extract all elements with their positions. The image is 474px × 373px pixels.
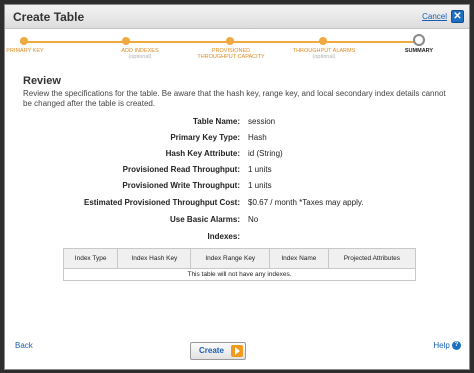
field-basic-alarms: Use Basic Alarms: No xyxy=(5,215,469,231)
dialog-titlebar: Create Table Cancel ✕ xyxy=(5,5,469,29)
wizard-step-dot-current xyxy=(413,34,425,46)
table-header-row: Index Type Index Hash Key Index Range Ke… xyxy=(62,248,417,269)
create-button[interactable]: Create xyxy=(190,342,246,360)
cancel-link[interactable]: Cancel xyxy=(422,12,447,21)
wizard-progress: PRIMARY KEY ADD INDEXES (optional) PROVI… xyxy=(5,30,469,70)
dialog-title: Create Table xyxy=(13,10,85,24)
wizard-line xyxy=(20,41,420,43)
field-value: $0.67 / month *Taxes may apply. xyxy=(248,198,364,207)
column-header-index-range-key: Index Range Key xyxy=(190,248,271,269)
field-label: Primary Key Type: xyxy=(170,133,240,142)
wizard-step-throughput-alarms[interactable]: THROUGHPUT ALARMS (optional) xyxy=(282,48,366,60)
help-link[interactable]: Help ? xyxy=(433,341,461,351)
field-value: Hash xyxy=(248,133,267,142)
field-label: Provisioned Read Throughput: xyxy=(122,165,240,174)
field-label: Estimated Provisioned Throughput Cost: xyxy=(83,198,240,207)
wizard-step-primary-key[interactable]: PRIMARY KEY xyxy=(0,48,67,54)
back-link[interactable]: Back xyxy=(15,341,33,350)
wizard-step-summary: SUMMARY xyxy=(404,48,434,54)
field-value: session xyxy=(248,117,276,126)
field-value: 1 units xyxy=(248,165,272,174)
field-label: Use Basic Alarms: xyxy=(170,215,240,224)
help-label: Help xyxy=(433,341,450,350)
field-value: 1 units xyxy=(248,181,272,190)
create-button-label: Create xyxy=(199,346,224,355)
field-value: No xyxy=(248,215,259,224)
column-header-index-name: Index Name xyxy=(269,248,329,269)
create-table-dialog: Create Table Cancel ✕ PRIMARY KEY ADD IN… xyxy=(4,4,470,370)
field-label: Hash Key Attribute: xyxy=(165,149,240,158)
close-icon[interactable]: ✕ xyxy=(451,10,464,23)
wizard-step-dot xyxy=(20,37,28,45)
wizard-step-dot xyxy=(319,37,327,45)
field-throughput-cost: Estimated Provisioned Throughput Cost: $… xyxy=(5,198,469,214)
field-label: Table Name: xyxy=(193,117,240,126)
field-hash-key-attribute: Hash Key Attribute: id (String) xyxy=(5,149,469,165)
table-row: This table will not have any indexes. xyxy=(63,268,416,281)
arrow-right-icon xyxy=(231,345,243,357)
wizard-step-add-indexes[interactable]: ADD INDEXES (optional) xyxy=(98,48,182,60)
review-heading: Review xyxy=(23,75,61,87)
indexes-table: Index Type Index Hash Key Index Range Ke… xyxy=(62,248,417,281)
field-table-name: Table Name: session xyxy=(5,117,469,133)
column-header-index-type: Index Type xyxy=(62,248,119,269)
help-icon: ? xyxy=(452,341,461,351)
field-label: Indexes: xyxy=(207,232,240,241)
field-write-throughput: Provisioned Write Throughput: 1 units xyxy=(5,181,469,197)
wizard-step-dot xyxy=(226,37,234,45)
column-header-projected-attributes: Projected Attributes xyxy=(327,248,417,269)
wizard-step-dot xyxy=(122,37,130,45)
field-indexes: Indexes: xyxy=(5,232,469,248)
column-header-index-hash-key: Index Hash Key xyxy=(117,248,192,269)
field-label: Provisioned Write Throughput: xyxy=(122,181,240,190)
wizard-step-provisioned-throughput[interactable]: PROVISIONED THROUGHPUT CAPACITY xyxy=(193,48,269,60)
field-read-throughput: Provisioned Read Throughput: 1 units xyxy=(5,165,469,181)
review-intro: Review the specifications for the table.… xyxy=(23,89,446,108)
field-value: id (String) xyxy=(248,149,283,158)
empty-table-message: This table will not have any indexes. xyxy=(63,268,416,281)
field-primary-key-type: Primary Key Type: Hash xyxy=(5,133,469,149)
